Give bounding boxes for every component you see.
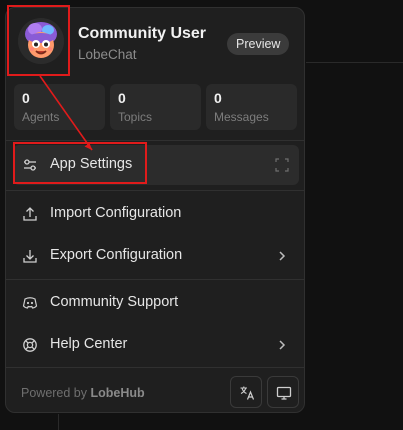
annotation-arrow-icon [39, 75, 93, 151]
